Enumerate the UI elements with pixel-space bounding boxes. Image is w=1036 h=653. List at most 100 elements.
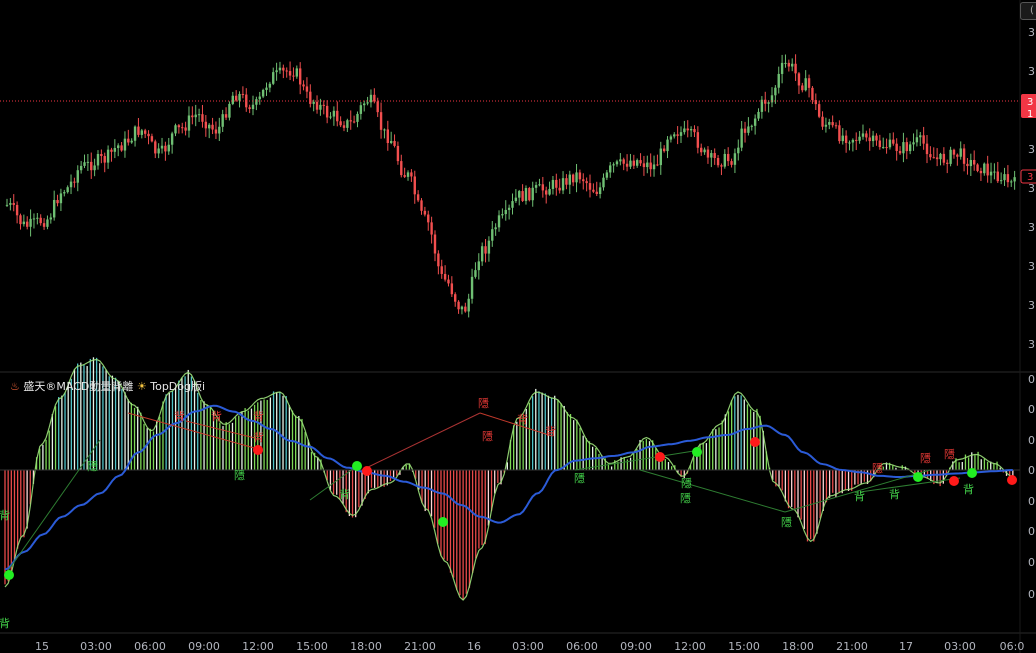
candle-body xyxy=(642,163,646,168)
candle-body xyxy=(753,118,757,126)
candle-body xyxy=(285,70,288,72)
candle-body xyxy=(325,105,329,118)
candle-body xyxy=(747,126,750,133)
candle-body xyxy=(123,138,127,151)
candle-body xyxy=(935,157,939,160)
time-axis-label: 15 xyxy=(35,640,49,653)
candle-body xyxy=(861,133,865,137)
candle-body xyxy=(851,139,855,143)
bearish-signal-label: 背 xyxy=(253,430,264,444)
candle-body xyxy=(622,159,625,164)
candle-body xyxy=(26,221,29,227)
bearish-signal-label: 背 xyxy=(253,409,264,423)
candle-body xyxy=(686,128,689,131)
candle-body xyxy=(22,221,26,225)
candle-body xyxy=(251,104,255,110)
candle-body xyxy=(359,105,363,114)
bearish-signal-label: 隱 xyxy=(944,447,955,461)
chart-canvas[interactable]: 333333333313背背背背隱背背隱隱隱隱背隱隱隱隱隱隱背背背背背00000… xyxy=(0,0,1036,653)
candle-body xyxy=(652,164,656,170)
candle-body xyxy=(208,124,211,129)
candle-body xyxy=(329,116,332,118)
candle-body xyxy=(454,294,457,302)
price-axis-label: 3 xyxy=(1028,299,1035,312)
candle-body xyxy=(312,101,315,104)
time-axis-label: 09:00 xyxy=(188,640,220,653)
candle-body xyxy=(295,68,299,77)
indicator-axis-label: 0 xyxy=(1028,525,1035,538)
bearish-signal-dot xyxy=(362,466,372,476)
candle-body xyxy=(413,176,416,195)
candle-body xyxy=(929,154,932,158)
candle-body xyxy=(106,149,110,163)
indicator-axis-label: 0 xyxy=(1028,403,1035,416)
corner-button[interactable]: ( xyxy=(1020,2,1036,20)
candle-body xyxy=(865,133,868,138)
bullish-signal-label: 背 xyxy=(0,508,10,522)
candle-body xyxy=(187,115,191,131)
candle-body xyxy=(824,124,828,127)
candle-body xyxy=(238,93,241,101)
candle-body xyxy=(470,276,474,299)
price-axis-label: 3 xyxy=(1028,221,1035,234)
candle-body xyxy=(662,148,666,152)
bullish-signal-label: 隱 xyxy=(781,515,792,529)
bullish-signal-dot xyxy=(692,447,702,457)
indicator-axis-label: 0 xyxy=(1028,434,1035,447)
time-axis-label: 06:00 xyxy=(134,640,166,653)
candle-body xyxy=(356,113,359,122)
candle-body xyxy=(160,145,164,149)
candle-body xyxy=(787,62,791,67)
candle-body xyxy=(649,162,652,170)
candle-body xyxy=(784,62,787,64)
candle-body xyxy=(39,217,42,224)
candle-body xyxy=(612,164,615,166)
bearish-signal-dot xyxy=(750,437,760,447)
candle-body xyxy=(629,160,632,167)
candle-body xyxy=(956,154,959,157)
candle-body xyxy=(396,145,400,162)
bullish-signal-label: 背 xyxy=(889,487,900,501)
candle-body xyxy=(780,62,784,74)
candle-body xyxy=(831,122,834,126)
candle-body xyxy=(1010,181,1013,183)
candle-body xyxy=(181,127,184,129)
candle-body xyxy=(305,86,309,92)
candle-body xyxy=(369,94,373,103)
candle-body xyxy=(491,229,494,241)
candle-body xyxy=(288,71,292,76)
candle-body xyxy=(882,147,885,149)
candle-body xyxy=(885,147,888,149)
candle-body xyxy=(598,187,602,195)
price-axis-label: 3 xyxy=(1028,143,1035,156)
candle-body xyxy=(49,217,53,220)
price-axis-label: 3 xyxy=(1028,182,1035,195)
candle-body xyxy=(278,67,282,71)
time-axis-label: 09:00 xyxy=(620,640,652,653)
candle-body xyxy=(925,143,929,155)
candle-body xyxy=(700,147,703,153)
candle-body xyxy=(696,132,700,148)
current-price-tag-text: 3 xyxy=(1027,97,1033,108)
candle-body xyxy=(430,222,433,235)
candle-body xyxy=(275,70,278,73)
candle-body xyxy=(585,181,588,184)
time-axis-label: 06:0 xyxy=(1000,640,1025,653)
candle-body xyxy=(804,78,807,91)
candle-body xyxy=(676,134,679,136)
indicator-title[interactable]: ♨ 盛天®MACD動量背離 ☀ TopDog版i xyxy=(10,378,205,394)
candle-body xyxy=(315,101,319,110)
price-axis-label: 3 xyxy=(1028,260,1035,273)
candle-body xyxy=(197,114,201,116)
candle-body xyxy=(52,199,56,218)
candle-body xyxy=(174,125,177,134)
candle-body xyxy=(231,95,234,104)
candle-body xyxy=(147,133,150,137)
candle-body xyxy=(113,148,117,152)
candle-body xyxy=(817,104,821,117)
candle-body xyxy=(400,161,403,176)
candle-body xyxy=(261,89,265,97)
time-axis-label: 12:00 xyxy=(674,640,706,653)
candle-body xyxy=(497,215,501,228)
candle-body xyxy=(383,129,386,131)
